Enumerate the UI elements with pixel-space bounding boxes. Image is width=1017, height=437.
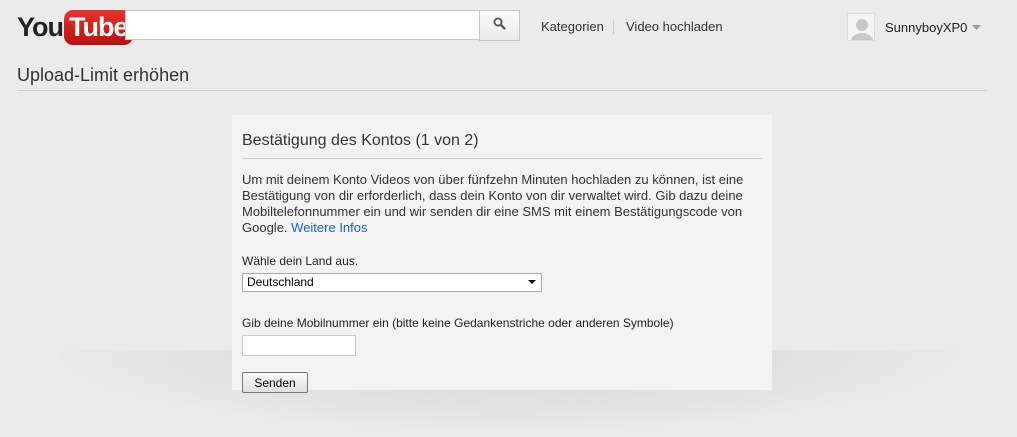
caret-down-icon (972, 18, 982, 36)
send-button[interactable]: Senden (242, 372, 308, 393)
card-description: Um mit deinem Konto Videos von über fünf… (242, 172, 762, 236)
nav-upload-link[interactable]: Video hochladen (626, 19, 723, 34)
default-avatar-icon (848, 14, 874, 40)
title-divider (17, 90, 987, 91)
search-button[interactable] (479, 10, 520, 41)
search-input[interactable] (125, 10, 479, 40)
more-info-link[interactable]: Weitere Infos (291, 220, 367, 235)
youtube-logo[interactable]: You Tube (17, 9, 133, 45)
country-select[interactable]: Deutschland (242, 273, 542, 292)
user-name: SunnyboyXP0 (885, 19, 968, 35)
page-title: Upload-Limit erhöhen (17, 65, 190, 85)
card-title: Bestätigung des Kontos (1 von 2) (242, 132, 762, 159)
select-arrow-icon (528, 280, 536, 284)
phone-label: Gib deine Mobilnummer ein (bitte keine G… (242, 316, 674, 330)
logo-you-text: You (17, 11, 64, 42)
country-label: Wähle dein Land aus. (242, 254, 359, 268)
logo-tube-text: Tube (64, 9, 133, 45)
avatar (847, 13, 875, 41)
verification-card: Bestätigung des Kontos (1 von 2) Um mit … (232, 115, 772, 393)
nav-categories-link[interactable]: Kategorien (541, 19, 604, 34)
user-menu[interactable]: SunnyboyXP0 (847, 13, 982, 41)
search-icon (493, 17, 506, 35)
country-selected-value: Deutschland (247, 275, 314, 289)
phone-input[interactable] (242, 335, 356, 356)
nav-divider (613, 20, 614, 34)
page: You Tube Kategorien Video hochladen Sunn… (0, 0, 1017, 437)
